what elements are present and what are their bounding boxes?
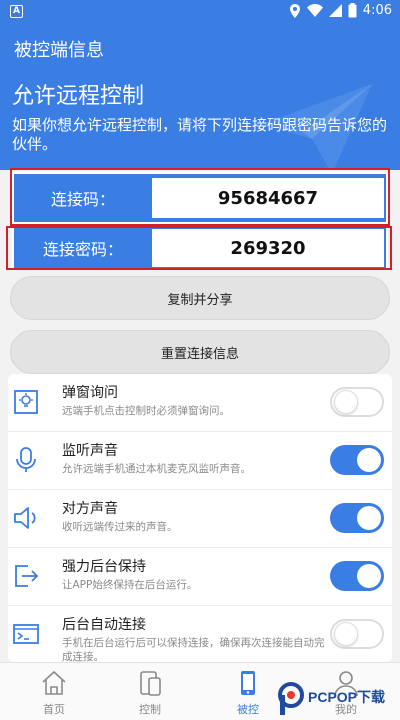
highlight-box xyxy=(6,226,392,270)
setting-description: 手机在后台运行后可以保持连接，确保再次连接能自动完成连接。 xyxy=(62,637,325,662)
toggle-knob xyxy=(334,390,358,414)
setting-title: 弹窗询问 xyxy=(62,385,118,401)
setting-auto-connect: 后台自动连接 手机在后台运行后可以保持连接，确保再次连接能自动完成连接。 xyxy=(8,606,392,662)
tab-control[interactable]: 控制 xyxy=(100,663,200,720)
location-icon xyxy=(289,3,300,18)
tab-home[interactable]: 首页 xyxy=(4,663,104,720)
header: 被控端信息 允许远程控制 如果你想允许远程控制，请将下列连接码跟密码告诉您的伙伴… xyxy=(0,24,400,170)
status-bar: A 4:06 xyxy=(0,0,400,24)
phone-icon xyxy=(241,671,255,695)
toggle-knob xyxy=(357,506,381,530)
toggle-knob xyxy=(334,622,358,646)
setting-title: 对方声音 xyxy=(62,501,118,517)
wifi-icon xyxy=(306,4,323,17)
page-title: 被控端信息 xyxy=(14,40,104,61)
setting-title: 后台自动连接 xyxy=(62,617,146,633)
toggle-knob xyxy=(357,448,381,472)
listen-sound-toggle[interactable] xyxy=(330,445,384,475)
setting-title: 强力后台保持 xyxy=(62,559,146,575)
microphone-icon xyxy=(16,447,36,472)
export-icon xyxy=(15,565,39,587)
setting-description: 远端手机点击控制时必须弹窗询问。 xyxy=(62,405,230,417)
setting-remote-sound: 对方声音 收听远端传过来的声音。 xyxy=(8,490,392,548)
setting-title: 监听声音 xyxy=(62,443,118,459)
setting-description: 让APP始终保持在后台运行。 xyxy=(62,579,198,591)
battery-icon xyxy=(348,3,357,18)
pcpop-logo-icon xyxy=(278,682,304,715)
popup-ask-toggle[interactable] xyxy=(330,387,384,417)
settings-list: 弹窗询问 远端手机点击控制时必须弹窗询问。 监听声音 允许远端手机通过本机麦克风… xyxy=(8,374,392,662)
copy-share-button[interactable]: 复制并分享 xyxy=(10,276,390,320)
reset-connection-button[interactable]: 重置连接信息 xyxy=(10,330,390,374)
setting-description: 收听远端传过来的声音。 xyxy=(62,521,178,533)
tab-label: 首页 xyxy=(43,703,65,716)
devices-icon xyxy=(140,671,161,696)
toggle-knob xyxy=(357,564,381,588)
notification-icon: A xyxy=(10,5,23,18)
background-keep-toggle[interactable] xyxy=(330,561,384,591)
setting-listen-sound: 监听声音 允许远端手机通过本机麦克风监听声音。 xyxy=(8,432,392,490)
watermark: PCPOP下载 xyxy=(278,682,396,718)
signal-icon xyxy=(328,4,342,17)
clock: 4:06 xyxy=(362,3,392,18)
lamp-icon xyxy=(14,390,38,414)
terminal-icon xyxy=(13,624,39,644)
setting-popup-ask: 弹窗询问 远端手机点击控制时必须弹窗询问。 xyxy=(8,374,392,432)
setting-description: 允许远端手机通过本机麦克风监听声音。 xyxy=(62,463,251,475)
speaker-icon xyxy=(14,507,36,529)
section-description: 如果你想允许远程控制，请将下列连接码跟密码告诉您的伙伴。 xyxy=(12,116,388,153)
highlight-box xyxy=(10,168,390,226)
home-icon xyxy=(42,670,66,695)
watermark-text: PCPOP下载 xyxy=(308,689,386,705)
remote-sound-toggle[interactable] xyxy=(330,503,384,533)
setting-background-keep: 强力后台保持 让APP始终保持在后台运行。 xyxy=(8,548,392,606)
section-heading: 允许远程控制 xyxy=(12,84,145,109)
auto-connect-toggle[interactable] xyxy=(330,619,384,649)
tab-label: 控制 xyxy=(139,703,161,716)
